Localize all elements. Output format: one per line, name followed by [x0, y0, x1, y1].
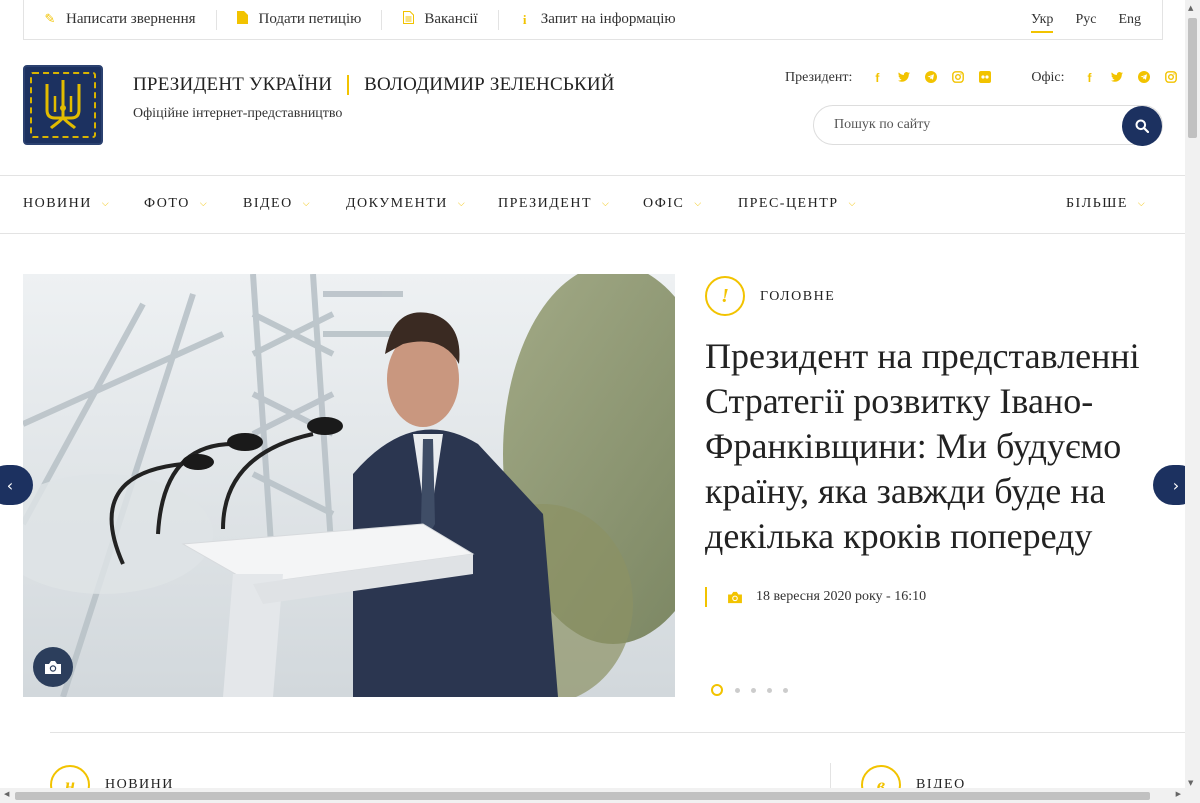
- trident-icon: [45, 80, 81, 130]
- slider-dot-4[interactable]: [767, 687, 772, 693]
- nav-video[interactable]: ВІДЕО ⌵: [243, 196, 311, 212]
- nav-press-center-label: ПРЕС-ЦЕНТР: [738, 196, 839, 211]
- info-icon: i: [522, 11, 527, 27]
- category-icon: !: [705, 276, 745, 316]
- office-socials: Офіс: f: [1031, 70, 1200, 86]
- write-appeal-link[interactable]: ✎ Написати звернення: [24, 9, 217, 30]
- lang-eng[interactable]: Eng: [1107, 12, 1152, 28]
- chevron-down-icon: ⌵: [101, 199, 111, 209]
- search-icon: [1135, 119, 1149, 133]
- chevron-down-icon: ⌵: [694, 199, 703, 209]
- hero-headline[interactable]: Президент на представленні Стратегії роз…: [705, 334, 1165, 559]
- info-request-link[interactable]: i Запит на інформацію: [499, 10, 696, 30]
- vertical-scroll-thumb[interactable]: [1188, 18, 1197, 138]
- nav-president[interactable]: ПРЕЗИДЕНТ ⌵: [498, 196, 610, 212]
- site-title[interactable]: ПРЕЗИДЕНТ УКРАЇНИ ВОЛОДИМИР ЗЕЛЕНСЬКИЙ: [133, 74, 615, 96]
- hero-meta: 18 вересня 2020 року - 16:10: [705, 587, 926, 607]
- chevron-down-icon: ⌵: [848, 199, 857, 209]
- slider-dots: [711, 684, 799, 696]
- president-at-podium-image: [23, 274, 675, 697]
- top-links: ✎ Написати звернення Подати петицію Вака…: [24, 0, 696, 39]
- scroll-left-icon[interactable]: ◀: [4, 790, 9, 798]
- search-button[interactable]: [1122, 106, 1162, 146]
- camera-icon: [45, 660, 61, 674]
- title-separator: [347, 75, 350, 95]
- slider-dot-1[interactable]: [711, 684, 723, 696]
- nav-office[interactable]: ОФІС ⌵: [643, 196, 703, 212]
- nav-news-label: НОВИНИ: [23, 196, 92, 211]
- chevron-down-icon: ⌵: [457, 199, 467, 209]
- language-switcher: Укр Рус Eng: [1020, 12, 1152, 33]
- chevron-down-icon: ⌵: [302, 199, 312, 209]
- nav-more[interactable]: БІЛЬШЕ ⌵: [1066, 196, 1146, 212]
- office-telegram-icon[interactable]: [1137, 70, 1150, 86]
- social-links: Президент: f Офіс: f: [785, 70, 1200, 86]
- office-instagram-icon[interactable]: [1164, 70, 1177, 86]
- write-appeal-label: Написати звернення: [66, 11, 196, 27]
- scroll-up-icon[interactable]: ▲: [1188, 4, 1193, 12]
- nav-documents-label: ДОКУМЕНТИ: [346, 196, 448, 211]
- chevron-left-icon: ‹: [6, 475, 14, 495]
- camera-icon: [727, 591, 743, 604]
- office-socials-label: Офіс:: [1031, 70, 1065, 85]
- top-bar: ✎ Написати звернення Подати петицію Вака…: [23, 0, 1163, 40]
- facebook-icon[interactable]: f: [871, 71, 883, 85]
- petition-label: Подати петицію: [258, 11, 362, 27]
- chevron-down-icon: ⌵: [199, 199, 209, 209]
- logo-frame: [30, 72, 96, 138]
- search-input[interactable]: [814, 117, 1114, 133]
- coat-of-arms-logo[interactable]: [23, 65, 103, 145]
- scroll-right-icon[interactable]: ▶: [1176, 790, 1181, 798]
- category-label[interactable]: ГОЛОВНЕ: [760, 289, 835, 305]
- site-title-name: ВОЛОДИМИР ЗЕЛЕНСЬКИЙ: [364, 74, 615, 95]
- pencil-icon: ✎: [44, 12, 56, 27]
- chevron-down-icon: ⌵: [1137, 199, 1147, 209]
- nav-more-label: БІЛЬШЕ: [1066, 196, 1128, 211]
- document-icon: [402, 11, 414, 28]
- site-title-president: ПРЕЗИДЕНТ УКРАЇНИ: [133, 74, 333, 95]
- twitter-icon[interactable]: [898, 71, 911, 85]
- file-icon: [237, 11, 249, 28]
- chevron-right-icon: ›: [1172, 475, 1180, 495]
- vacancies-label: Вакансії: [424, 11, 478, 27]
- nav-video-label: ВІДЕО: [243, 196, 293, 211]
- nav-photo-label: ФОТО: [144, 196, 190, 211]
- info-request-label: Запит на інформацію: [540, 11, 676, 27]
- telegram-icon[interactable]: [925, 70, 938, 86]
- site-subtitle: Офіційне інтернет-представництво: [133, 106, 343, 121]
- photo-gallery-button[interactable]: [33, 647, 73, 687]
- vertical-scrollbar[interactable]: ▲ ▼: [1185, 0, 1200, 803]
- nav-president-label: ПРЕЗИДЕНТ: [498, 196, 593, 211]
- petition-link[interactable]: Подати петицію: [217, 9, 383, 30]
- chevron-down-icon: ⌵: [602, 199, 611, 209]
- nav-photo[interactable]: ФОТО ⌵: [144, 196, 208, 212]
- nav-press-center[interactable]: ПРЕС-ЦЕНТР ⌵: [738, 196, 857, 212]
- president-socials-label: Президент:: [785, 70, 853, 85]
- vacancies-link[interactable]: Вакансії: [382, 9, 499, 30]
- nav-documents[interactable]: ДОКУМЕНТИ ⌵: [346, 196, 466, 212]
- lang-ukr[interactable]: Укр: [1020, 12, 1064, 33]
- slider-dot-3[interactable]: [751, 687, 756, 693]
- nav-news[interactable]: НОВИНИ ⌵: [23, 196, 110, 212]
- scroll-down-icon[interactable]: ▼: [1188, 779, 1193, 787]
- office-facebook-icon[interactable]: f: [1084, 71, 1096, 85]
- horizontal-scrollbar[interactable]: ◀ ▶: [0, 788, 1185, 803]
- nav-office-label: ОФІС: [643, 196, 685, 211]
- slider-dot-5[interactable]: [783, 687, 788, 693]
- hero-date: 18 вересня 2020 року - 16:10: [756, 589, 927, 604]
- office-twitter-icon[interactable]: [1110, 71, 1123, 85]
- horizontal-scroll-thumb[interactable]: [15, 792, 1150, 800]
- instagram-icon[interactable]: [952, 70, 965, 86]
- main-nav: НОВИНИ ⌵ ФОТО ⌵ ВІДЕО ⌵ ДОКУМЕНТИ ⌵ ПРЕЗИДЕН…: [0, 175, 1185, 234]
- site-search: [813, 105, 1163, 146]
- hero-photo[interactable]: [23, 274, 675, 697]
- flickr-icon[interactable]: [979, 70, 992, 86]
- section-divider: [50, 732, 1185, 733]
- lang-rus[interactable]: Рус: [1064, 12, 1107, 28]
- slider-dot-2[interactable]: [735, 687, 740, 693]
